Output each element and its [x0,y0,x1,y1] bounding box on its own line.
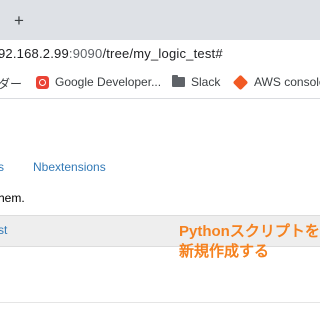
bookmark-label: Google Developer... [55,75,162,89]
annotation-line-2: 新規作成する [179,243,270,260]
tab-running[interactable]: s [0,160,4,174]
instructions-text: hem. [0,191,25,205]
bookmark-truncated[interactable]: ダー [0,75,22,92]
bookmark-label: AWS console [254,75,320,89]
aws-icon [232,74,249,90]
google-icon [36,75,49,89]
bookmark-label: ダー [0,77,23,91]
folder-icon [172,75,185,87]
url-path: /tree/my_logic_test# [102,46,223,61]
bookmarks-bar: ダー Google Developer... Slack AWS console [0,68,320,99]
new-tab-button[interactable]: + [14,12,24,29]
breadcrumb-link[interactable]: st [0,223,7,237]
url-host: 92.168.2.99 [0,46,69,61]
bookmark-label: Slack [191,75,221,89]
divider [0,302,320,303]
annotation-callout: Pythonスクリプトを 新規作成する [179,222,320,262]
tab-strip: + [0,0,320,40]
bookmark-google-developer[interactable]: Google Developer... [36,75,161,89]
url-text[interactable]: 92.168.2.99:9090/tree/my_logic_test# [0,46,223,61]
annotation-line-1: Pythonスクリプトを [179,223,320,240]
url-port: :9090 [68,46,103,61]
bookmark-slack[interactable]: Slack [172,75,220,89]
bookmark-aws-console[interactable]: AWS console [232,74,320,90]
address-bar[interactable]: 92.168.2.99:9090/tree/my_logic_test# [0,40,320,68]
browser-window: + 92.168.2.99:9090/tree/my_logic_test# ダ… [0,0,320,320]
tab-nbextensions[interactable]: Nbextensions [33,160,106,174]
